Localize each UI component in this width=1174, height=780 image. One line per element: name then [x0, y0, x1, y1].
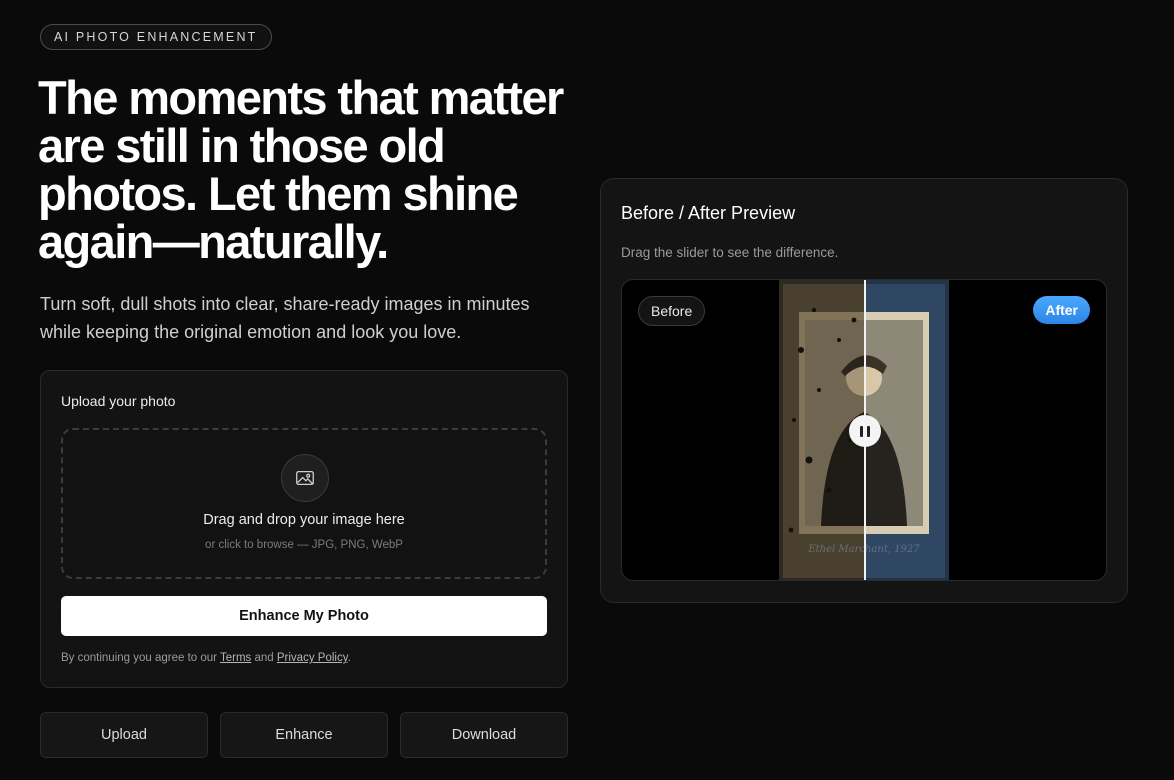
step-upload-button[interactable]: Upload	[40, 712, 208, 758]
before-label: Before	[638, 296, 706, 326]
step-download-button[interactable]: Download	[400, 712, 568, 758]
image-icon	[281, 454, 329, 502]
terms-and: and	[251, 652, 277, 664]
terms-notice: By continuing you agree to our Terms and…	[61, 652, 351, 664]
preview-card: Before / After Preview Drag the slider t…	[600, 178, 1128, 603]
dropzone-title: Drag and drop your image here	[203, 512, 405, 528]
slider-handle[interactable]	[849, 415, 881, 447]
section-badge: AI PHOTO ENHANCEMENT	[40, 24, 272, 50]
hero-subtitle: Turn soft, dull shots into clear, share-…	[40, 294, 530, 342]
terms-link[interactable]: Terms	[220, 652, 251, 664]
dropzone-hint: or click to browse — JPG, PNG, WebP	[205, 539, 403, 551]
terms-suffix: .	[347, 652, 351, 664]
pause-icon	[860, 425, 870, 437]
enhance-photo-button[interactable]: Enhance My Photo	[61, 596, 547, 636]
upload-card: Upload your photo Drag and drop your ima…	[40, 370, 568, 688]
step-enhance-button[interactable]: Enhance	[220, 712, 388, 758]
upload-dropzone[interactable]: Drag and drop your image here or click t…	[61, 428, 547, 579]
terms-prefix: By continuing you agree to our	[61, 652, 220, 664]
after-label: After	[1033, 296, 1090, 324]
hero-headline: The moments that matter are still in tho…	[38, 71, 564, 268]
preview-title: Before / After Preview	[621, 203, 796, 223]
upload-title: Upload your photo	[61, 393, 176, 409]
privacy-policy-link[interactable]: Privacy Policy	[277, 652, 348, 664]
preview-subtitle: Drag the slider to see the difference.	[621, 245, 839, 260]
before-after-viewer[interactable]: Ethel Marchant, 1927 Before After	[621, 279, 1107, 581]
